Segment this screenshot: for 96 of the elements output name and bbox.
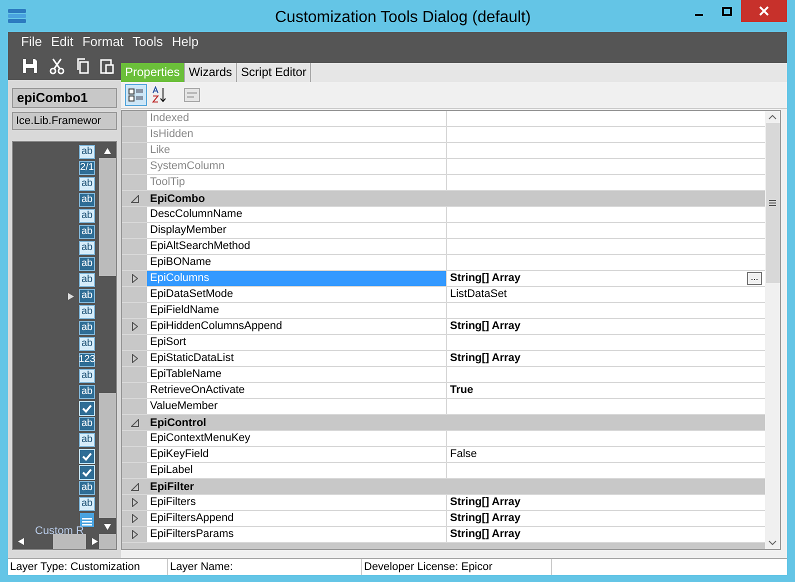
property-value[interactable]: True (450, 383, 474, 398)
scrollbar-corner (99, 534, 116, 549)
expand-arrow-icon[interactable] (132, 498, 138, 507)
property-value[interactable]: String[] Array (450, 527, 520, 542)
expand-arrow-icon[interactable] (132, 322, 138, 331)
sort-az-icon (151, 86, 169, 104)
field-type-icon[interactable]: ab (79, 337, 95, 351)
property-name[interactable]: EpiContextMenuKey (147, 431, 447, 446)
property-name[interactable]: EpiFiltersAppend (147, 511, 447, 526)
scroll-up-icon[interactable] (104, 146, 111, 154)
expand-arrow-icon[interactable] (132, 514, 138, 523)
control-name-field[interactable]: epiCombo1 (12, 88, 117, 108)
collapse-arrow-icon[interactable] (130, 194, 138, 202)
field-type-icon[interactable]: ab (79, 369, 95, 383)
ellipsis-button[interactable]: ... (747, 272, 762, 285)
scroll-right-icon[interactable] (92, 538, 99, 545)
property-name[interactable]: EpiSort (147, 335, 447, 350)
field-type-icon[interactable]: ab (79, 145, 95, 159)
property-name[interactable]: EpiHiddenColumnsAppend (147, 319, 447, 334)
collapse-arrow-icon[interactable] (130, 482, 138, 490)
property-name[interactable]: EpiBOName (147, 255, 447, 270)
property-name[interactable]: EpiStaticDataList (147, 351, 447, 366)
collapse-arrow-icon[interactable] (130, 418, 138, 426)
checkbox-icon[interactable] (79, 448, 95, 464)
property-pages-icon (184, 88, 200, 102)
property-name[interactable]: EpiDataSetMode (147, 287, 447, 302)
property-value[interactable]: False (450, 447, 477, 462)
field-type-icon[interactable]: ab (79, 225, 95, 239)
window-title: Customization Tools Dialog (default) (275, 8, 531, 28)
field-type-icon[interactable]: ab (79, 385, 95, 399)
field-type-icon[interactable]: ab (79, 177, 95, 191)
field-type-icon[interactable]: ab (79, 273, 95, 287)
property-name[interactable]: RetrieveOnActivate (147, 383, 447, 398)
menu-item[interactable]: Format (82, 32, 124, 52)
property-name[interactable]: EpiKeyField (147, 447, 447, 462)
expand-arrow-icon[interactable] (132, 530, 138, 539)
category-label: EpiControl (149, 416, 206, 430)
property-name[interactable]: DescColumnName (147, 207, 447, 222)
category-label: EpiFilter (149, 480, 194, 494)
field-type-icon[interactable]: 123 (79, 353, 95, 367)
form-icon[interactable] (79, 512, 95, 528)
save-icon[interactable] (22, 58, 38, 74)
field-type-icon[interactable]: ab (79, 433, 95, 447)
property-name[interactable]: EpiFilters (147, 495, 447, 510)
paste-icon[interactable] (100, 58, 114, 74)
property-value[interactable]: String[] Array (450, 319, 520, 334)
field-type-icon[interactable]: ab (79, 289, 95, 303)
expand-arrow-icon[interactable] (132, 354, 138, 363)
property-name[interactable]: EpiAltSearchMethod (147, 239, 447, 254)
property-value[interactable]: String[] Array (450, 495, 520, 510)
expand-arrow-icon[interactable] (132, 274, 138, 283)
scroll-grip-icon[interactable] (769, 200, 776, 206)
field-type-icon[interactable]: ab (79, 305, 95, 319)
categorized-icon (128, 87, 144, 103)
field-type-icon[interactable]: ab (79, 209, 95, 223)
field-type-icon[interactable]: ab (79, 497, 95, 511)
property-name[interactable]: EpiLabel (147, 463, 447, 478)
menu-item[interactable]: File (21, 32, 42, 52)
app-icon (8, 9, 26, 23)
property-value[interactable]: ListDataSet (450, 287, 507, 302)
property-name[interactable]: EpiFieldName (147, 303, 447, 318)
vertical-scrollbar[interactable] (765, 111, 780, 549)
copy-icon[interactable] (76, 58, 90, 74)
field-type-icon[interactable]: ab (79, 241, 95, 255)
scroll-down-icon[interactable] (104, 522, 111, 530)
category-label: EpiCombo (149, 192, 205, 206)
tree-item-label[interactable]: Custom R (35, 522, 84, 539)
property-value[interactable]: String[] Array (450, 271, 520, 286)
field-type-icon[interactable]: ab (79, 193, 95, 207)
control-type-field[interactable]: Ice.Lib.Framewor (12, 112, 117, 130)
categorized-button[interactable] (125, 84, 147, 106)
property-name[interactable]: EpiFiltersParams (147, 527, 447, 542)
field-type-icon[interactable]: 2/1 (79, 161, 95, 175)
menu-item[interactable]: Edit (50, 32, 74, 52)
field-type-icon[interactable]: ab (79, 417, 95, 431)
tab[interactable]: Script Editor (237, 63, 312, 82)
status-field: Developer License: Epicor (362, 559, 552, 575)
property-value[interactable]: String[] Array (450, 511, 520, 526)
status-field: Layer Type: Customization (8, 559, 168, 575)
property-name[interactable]: DisplayMember (147, 223, 447, 238)
menu-item[interactable]: Tools (132, 32, 163, 52)
checkbox-icon[interactable] (79, 400, 95, 416)
status-field: Layer Name: (168, 559, 362, 575)
scissors-icon[interactable] (48, 57, 66, 75)
menu-item[interactable]: Help (172, 32, 199, 52)
field-type-icon[interactable]: ab (79, 257, 95, 271)
scroll-left-icon[interactable] (17, 538, 24, 545)
field-type-icon[interactable]: ab (79, 481, 95, 495)
close-icon (759, 6, 769, 16)
close-button[interactable] (741, 0, 787, 22)
property-value[interactable]: String[] Array (450, 351, 520, 366)
property-name[interactable]: EpiTableName (147, 367, 447, 382)
checkbox-icon[interactable] (79, 464, 95, 480)
tab[interactable]: Wizards (184, 63, 238, 82)
property-name[interactable]: ValueMember (147, 399, 447, 414)
field-type-icon[interactable]: ab (79, 321, 95, 335)
